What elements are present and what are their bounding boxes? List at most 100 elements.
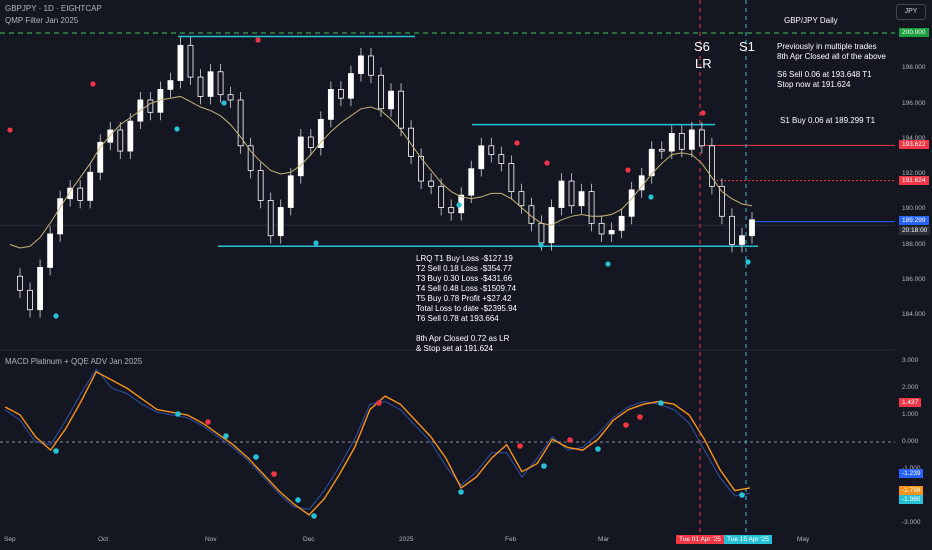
- candle-bear: [307, 136, 314, 148]
- candle-bear: [729, 215, 735, 245]
- candle-bull: [207, 71, 214, 97]
- candle-bear: [197, 76, 204, 97]
- candle-bear: [247, 145, 254, 171]
- signal-dot: [255, 37, 261, 43]
- macd-dot: [567, 437, 573, 443]
- candle-bull: [468, 168, 475, 196]
- signal-dot: [514, 140, 520, 146]
- s1-note: S1 Buy 0.06 at 189.299 T1: [780, 116, 876, 125]
- candle-bear: [187, 44, 194, 78]
- price-badge: 191.624: [899, 175, 929, 185]
- s6-note: S6 Sell 0.06 at 193.648 T1 Stop now at 1…: [777, 70, 872, 89]
- candle-bull: [287, 175, 294, 208]
- candle-bear: [658, 148, 665, 152]
- macd-title: MACD Platinum + QQE ADV Jan 2025: [5, 357, 143, 366]
- candle-bull: [167, 80, 174, 90]
- candle-bear: [698, 129, 705, 147]
- candle-bear: [337, 89, 344, 99]
- candle-bear: [378, 74, 384, 110]
- date-badge-apr01: Tue 01 Apr '25: [676, 535, 724, 544]
- candle-bull: [478, 145, 485, 170]
- candle-bear: [428, 180, 435, 187]
- candle-bear: [368, 55, 374, 76]
- macd-tick-label: -3.000: [902, 519, 921, 526]
- candle-bull: [47, 233, 54, 268]
- candle-bull: [668, 133, 675, 152]
- macd-dot: [53, 448, 59, 454]
- macd-tick-label: 1.000: [902, 411, 919, 418]
- price-badge: 200.000: [899, 28, 929, 37]
- candle-bull: [277, 207, 284, 237]
- candle-bear: [538, 222, 545, 244]
- candle-bear: [588, 191, 595, 224]
- candle-bear: [498, 154, 505, 164]
- macd-dot: [623, 422, 629, 428]
- candle-bull: [348, 73, 354, 99]
- macd-dot: [541, 463, 547, 469]
- candle-bull: [37, 267, 43, 311]
- price-badge: 193.622: [899, 140, 929, 150]
- macd-dot: [637, 414, 643, 420]
- candle-bear: [227, 94, 234, 101]
- candle-bear: [147, 99, 154, 113]
- candle-bull: [297, 136, 304, 177]
- candle-bear: [398, 90, 404, 129]
- macd-tick-label: 3.000: [902, 357, 919, 364]
- macd-dot: [595, 446, 601, 452]
- candle-bull: [749, 219, 755, 237]
- price-badge: 20:18:00: [899, 225, 931, 235]
- macd-badge: 1.437: [899, 398, 922, 408]
- macd-line: [4, 370, 751, 516]
- x-tick-label: Mar: [598, 536, 610, 543]
- candle-bear: [598, 222, 605, 235]
- candle-bear: [438, 185, 445, 208]
- signal-dot: [625, 167, 631, 173]
- candle-bull: [327, 89, 334, 120]
- macd-dot: [205, 419, 211, 425]
- x-tick-label: Dec: [303, 536, 315, 543]
- price-tick-label: 186.000: [902, 275, 926, 283]
- candle-bear: [448, 207, 455, 214]
- x-tick-label: Feb: [505, 536, 517, 543]
- candle-bull: [97, 141, 104, 173]
- candle-bull: [578, 191, 585, 207]
- macd-tick-label: 0.000: [902, 438, 919, 445]
- x-tick-label: Nov: [205, 536, 217, 543]
- macd-tick-label: 2.000: [902, 384, 919, 391]
- candle-bear: [568, 180, 575, 207]
- currency-button[interactable]: JPY: [896, 4, 926, 20]
- candle-bear: [678, 133, 685, 150]
- macd-badge: -1.985: [899, 494, 924, 504]
- symbol-title: GBPJPY · 1D · EIGHTCAP: [5, 4, 102, 13]
- x-tick-label: May: [797, 536, 810, 543]
- signal-dot: [745, 259, 751, 265]
- macd-dot: [658, 400, 664, 406]
- price-tick-label: 196.000: [902, 99, 926, 107]
- signal-dot: [313, 240, 319, 246]
- signal-dot: [53, 313, 59, 319]
- candle-bull: [107, 129, 114, 143]
- prev-trades-note: Previously in multiple trades 8th Apr Cl…: [777, 42, 886, 61]
- macd-dot: [739, 492, 745, 498]
- candle-bear: [257, 170, 264, 201]
- candle-bull: [358, 55, 364, 74]
- candle-bull: [628, 189, 635, 217]
- candle-bear: [27, 289, 33, 311]
- macd-badge: -1.239: [899, 469, 924, 479]
- signal-dot: [174, 126, 180, 132]
- signal-dot: [90, 81, 96, 87]
- signal-dot: [456, 202, 462, 208]
- chart-annotation-title: GBP/JPY Daily: [784, 16, 838, 25]
- s6-label: S6: [694, 39, 710, 54]
- candle-bear: [77, 187, 84, 201]
- signal-dot: [544, 160, 550, 166]
- x-tick-label: Oct: [98, 536, 109, 543]
- macd-dot: [175, 411, 181, 417]
- x-tick-label: 2025: [399, 536, 414, 543]
- date-badge-apr15: Tue 15 Apr '25: [724, 535, 772, 544]
- candle-bull: [688, 129, 695, 150]
- signal-dot: [605, 261, 611, 267]
- price-tick-label: 198.000: [902, 64, 926, 72]
- candle-bear: [508, 163, 515, 193]
- macd-badge: -1.798: [899, 485, 924, 495]
